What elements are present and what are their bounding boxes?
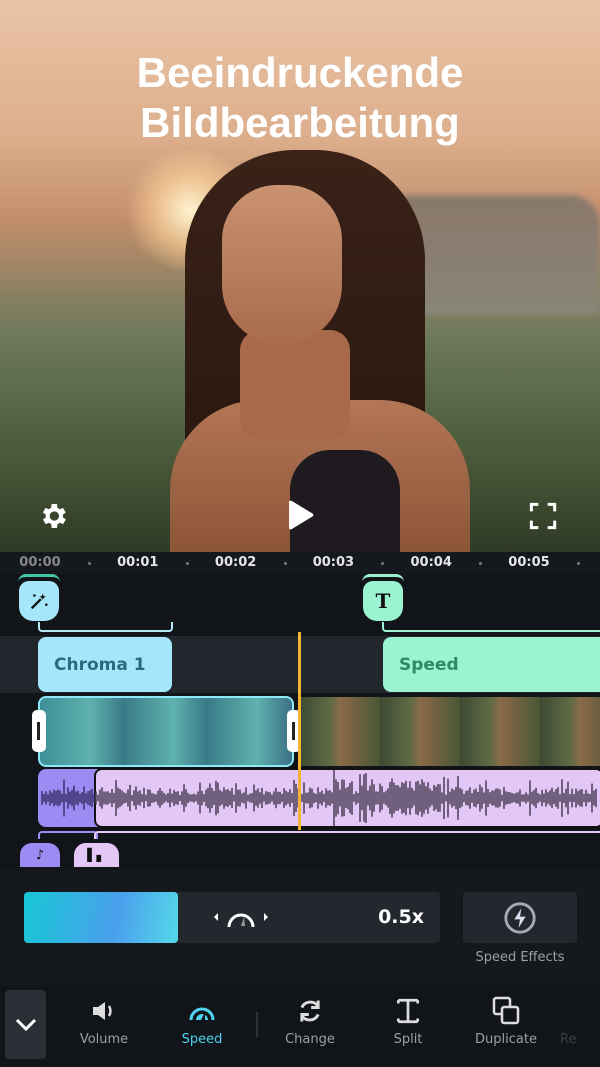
speed-effects-label: Speed Effects <box>475 950 565 965</box>
speed-slider[interactable]: 0.5x <box>24 892 440 943</box>
magic-wand-effect-marker[interactable] <box>19 581 59 621</box>
music-note-icon: ♪ <box>35 847 45 863</box>
split-icon <box>396 998 420 1024</box>
audio-range-bracket <box>38 831 98 839</box>
speed-effects-button[interactable] <box>463 892 577 943</box>
person-neck <box>240 330 350 440</box>
duplicate-icon <box>492 996 520 1025</box>
title-line-1: Beeindruckende <box>136 49 464 96</box>
ruler-tick-label: 00:05 <box>508 555 550 570</box>
speed-text-clip[interactable]: Speed <box>383 637 600 692</box>
tool-label: Split <box>393 1032 423 1047</box>
volume-icon <box>93 1002 112 1020</box>
ruler-tick-label: 00:03 <box>312 555 355 570</box>
effect-range-bracket <box>38 622 173 632</box>
ruler-tick-label: 00:02 <box>214 555 257 570</box>
audio-marker[interactable]: ▌▖ <box>74 843 119 867</box>
tool-label: Duplicate <box>475 1032 537 1047</box>
speed-clip-label: Speed <box>399 654 459 675</box>
text-marker[interactable]: T <box>363 581 403 621</box>
chevron-down-icon <box>15 1018 36 1031</box>
ruler-tick-label: 00:01 <box>117 555 159 570</box>
lightning-icon <box>504 901 536 934</box>
tool-label: Change <box>285 1032 335 1047</box>
trim-handle-left[interactable] <box>32 710 46 752</box>
speed-icon <box>189 1007 215 1021</box>
ruler-dot <box>88 562 91 565</box>
waveform-icon: ▌▖ <box>87 848 106 862</box>
speedometer-icon <box>214 913 268 928</box>
playhead[interactable] <box>298 632 301 830</box>
tool-volume[interactable]: Volume <box>59 996 149 1047</box>
fullscreen-icon[interactable] <box>529 502 557 534</box>
settings-icon[interactable] <box>37 500 69 536</box>
audio-waveform <box>41 770 597 826</box>
selected-video-clip[interactable] <box>38 696 294 767</box>
tool-label: Volume <box>79 1032 129 1047</box>
replace-icon <box>300 1000 320 1022</box>
play-button[interactable] <box>286 500 314 534</box>
text-icon: T <box>375 589 391 613</box>
chroma-clip-label: Chroma 1 <box>54 654 146 675</box>
tool-split[interactable]: Split <box>363 996 453 1047</box>
ruler-dot <box>577 562 580 565</box>
speed-slider-fill[interactable] <box>24 892 178 943</box>
video-preview: Beeindruckende Bildbearbeitung <box>0 0 600 552</box>
tool-change[interactable]: Change <box>265 996 355 1047</box>
text-range-bracket <box>382 622 600 632</box>
toolbar-divider <box>256 1012 258 1037</box>
chroma-clip[interactable]: Chroma 1 <box>38 637 172 692</box>
tool-label: Speed <box>181 1032 223 1047</box>
ruler-dot <box>185 562 189 565</box>
ruler-tick-label: 00:00 <box>19 555 61 570</box>
person-face <box>222 185 342 345</box>
collapse-button[interactable] <box>5 990 46 1059</box>
tool-duplicate[interactable]: Duplicate <box>461 996 551 1047</box>
music-marker[interactable]: ♪ <box>20 843 60 867</box>
video-clip-forest[interactable] <box>300 697 600 766</box>
tool-speed[interactable]: Speed <box>157 996 247 1047</box>
tool-label: Re <box>560 1032 577 1047</box>
magic-wand-icon <box>30 593 48 610</box>
ruler-tick-label: 00:04 <box>410 555 452 570</box>
ruler-dot <box>283 562 287 565</box>
audio-range-bracket-2 <box>94 831 600 839</box>
promo-title: Beeindruckende Bildbearbeitung <box>0 48 600 148</box>
speed-value: 0.5x <box>378 906 424 928</box>
title-line-2: Bildbearbeitung <box>140 99 460 146</box>
tool-more[interactable]: Re <box>560 996 600 1047</box>
